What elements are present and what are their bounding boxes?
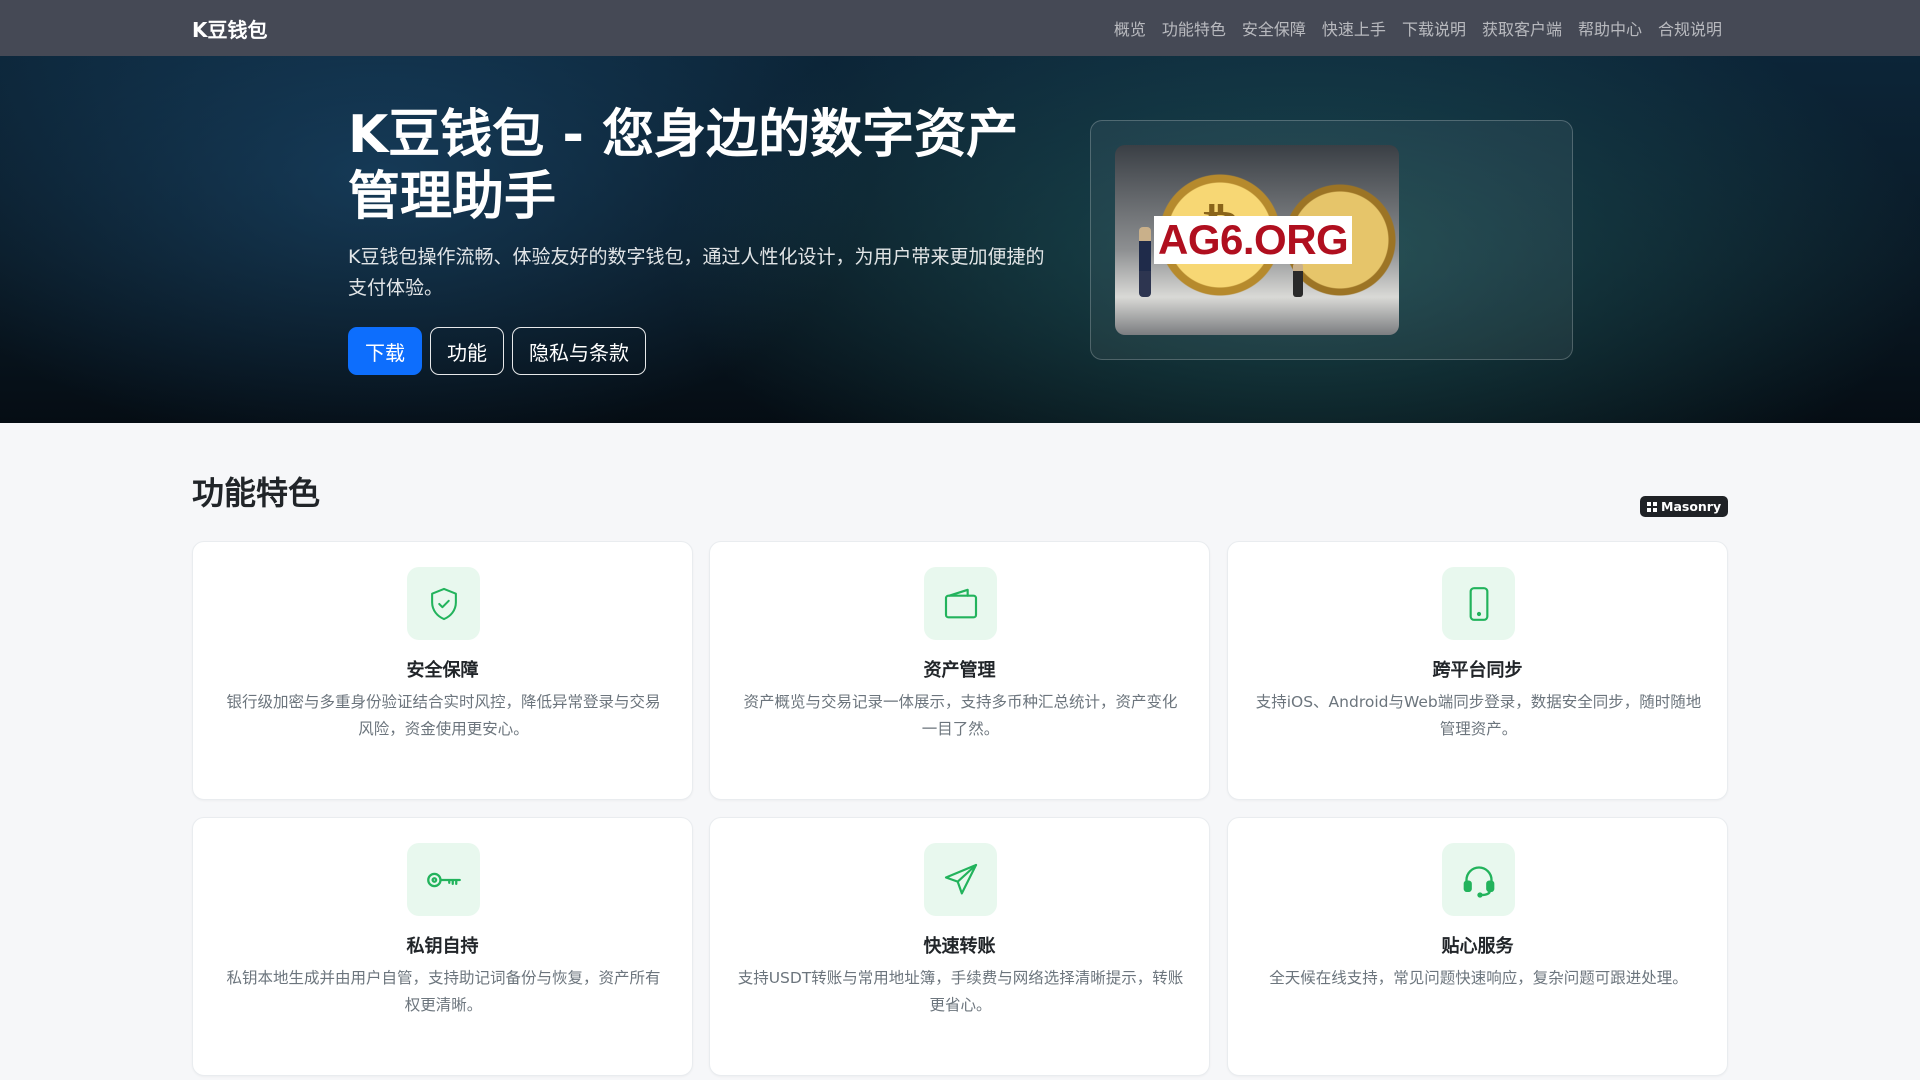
feature-title: 资产管理 [923,660,996,681]
feature-text: 支持iOS、Android与Web端同步登录，数据安全同步，随时随地管理资产。 [1255,693,1702,738]
feature-title: 安全保障 [406,660,479,681]
feature-title: 私钥自持 [406,936,479,957]
feature-card-cross-platform: 跨平台同步 支持iOS、Android与Web端同步登录，数据安全同步，随时随地… [1227,541,1728,800]
hero-description: K豆钱包操作流畅、体验友好的数字钱包，通过人性化设计，为用户带来更加便捷的支付体… [348,246,1045,299]
nav-link-download-guide[interactable]: 下载说明 [1402,16,1466,40]
nav-link-quickstart[interactable]: 快速上手 [1322,16,1386,40]
download-button[interactable]: 下载 [348,327,422,375]
hero-title: K豆钱包 - 您身边的数字资产管理助手 [348,105,1019,227]
feature-title: 贴心服务 [1441,936,1514,957]
nav-link-overview[interactable]: 概览 [1114,16,1146,40]
navbar: K豆钱包 概览 功能特色 安全保障 快速上手 下载说明 获取客户端 帮助中心 合… [0,0,1920,56]
nav-link-get-client[interactable]: 获取客户端 [1482,16,1562,40]
feature-text: 私钥本地生成并由用户自管，支持助记词备份与恢复，资产所有权更清晰。 [226,969,661,1014]
feature-text: 银行级加密与多重身份验证结合实时风控，降低异常登录与交易风险，资金使用更安心。 [226,693,661,738]
nav-link-compliance[interactable]: 合规说明 [1658,16,1722,40]
hero-section: K豆钱包 - 您身边的数字资产管理助手 K豆钱包操作流畅、体验友好的数字钱包，通… [0,56,1920,423]
layout-badge-label: Masonry [1661,499,1722,514]
figurine-left [1139,227,1151,297]
feature-title: 快速转账 [923,936,996,957]
hero-image-card: ₿ AG6.ORG [1090,120,1573,360]
features-button[interactable]: 功能 [430,327,504,375]
nav-links: 概览 功能特色 安全保障 快速上手 下载说明 获取客户端 帮助中心 合规说明 [1114,0,1722,56]
wallet-icon [924,567,997,640]
image-watermark: AG6.ORG [1154,216,1353,264]
feature-text: 支持USDT转账与常用地址簿，手续费与网络选择清晰提示，转账更省心。 [737,969,1184,1014]
features-section-title: 功能特色 [192,474,321,512]
hero-buttons: 下载 功能 隐私与条款 [348,327,646,375]
headset-icon [1442,843,1515,916]
nav-link-features[interactable]: 功能特色 [1162,16,1226,40]
figurine-right [1293,263,1303,297]
feature-card-asset-management: 资产管理 资产概览与交易记录一体展示，支持多币种汇总统计，资产变化一目了然。 [709,541,1210,800]
feature-card-private-key: 私钥自持 私钥本地生成并由用户自管，支持助记词备份与恢复，资产所有权更清晰。 [192,817,693,1076]
privacy-terms-button[interactable]: 隐私与条款 [512,327,646,375]
feature-card-security: 安全保障 银行级加密与多重身份验证结合实时风控，降低异常登录与交易风险，资金使用… [192,541,693,800]
feature-text: 资产概览与交易记录一体展示，支持多币种汇总统计，资产变化一目了然。 [743,693,1178,738]
grid-icon [1647,501,1657,512]
layout-badge: Masonry [1640,496,1729,517]
send-icon [924,843,997,916]
key-icon [407,843,480,916]
tablet-icon [1442,567,1515,640]
shield-check-icon [407,567,480,640]
nav-link-security[interactable]: 安全保障 [1242,16,1306,40]
feature-title: 跨平台同步 [1432,660,1523,681]
feature-text: 全天候在线支持，常见问题快速响应，复杂问题可跟进处理。 [1269,969,1688,987]
nav-link-help[interactable]: 帮助中心 [1578,16,1642,40]
feature-card-support: 贴心服务 全天候在线支持，常见问题快速响应，复杂问题可跟进处理。 [1227,817,1728,1076]
hero-image: ₿ AG6.ORG [1115,145,1399,335]
feature-card-fast-transfer: 快速转账 支持USDT转账与常用地址簿，手续费与网络选择清晰提示，转账更省心。 [709,817,1210,1076]
brand-logo[interactable]: K豆钱包 [192,14,268,43]
